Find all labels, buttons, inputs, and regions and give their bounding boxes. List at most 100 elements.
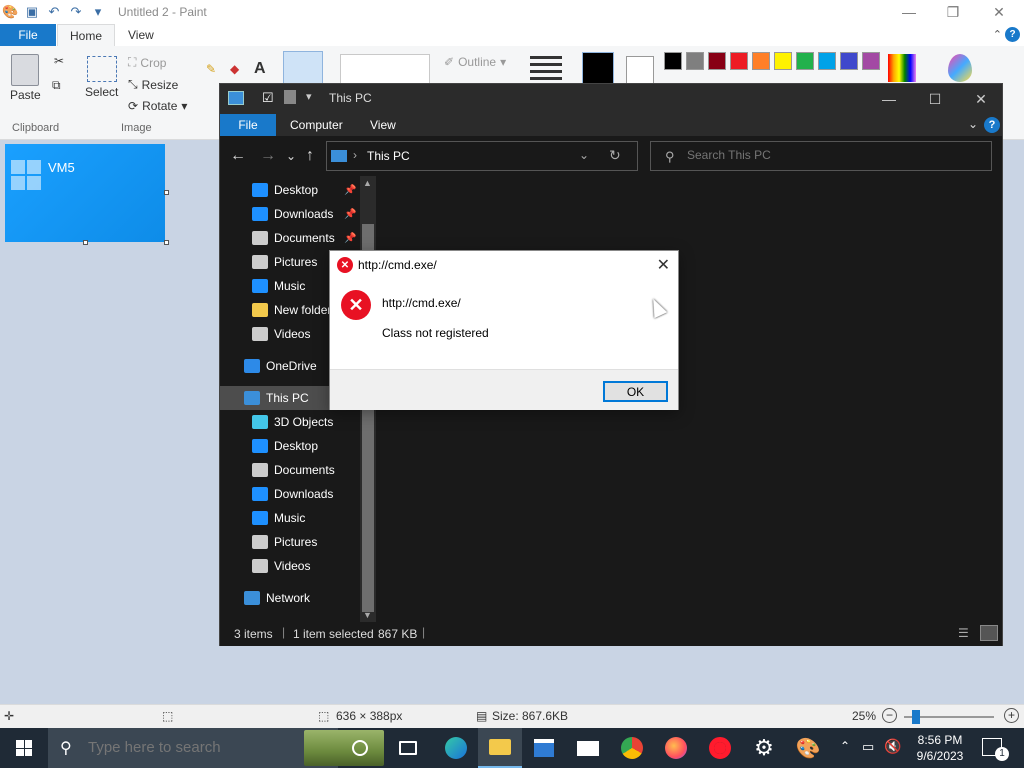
show-hidden-icons-icon[interactable]: ⌃ bbox=[840, 739, 850, 753]
brushes-button[interactable] bbox=[283, 51, 323, 87]
copy-icon[interactable]: ⧉ bbox=[52, 78, 61, 93]
edge-icon[interactable] bbox=[434, 728, 478, 768]
pencil-icon[interactable]: ✎ bbox=[206, 62, 216, 76]
undo-icon[interactable]: ↶ bbox=[46, 4, 62, 20]
nav-item-videos[interactable]: Videos bbox=[220, 554, 360, 578]
crop-button[interactable]: ⛶ Crop bbox=[128, 55, 166, 70]
mail-icon[interactable] bbox=[566, 728, 610, 768]
palette-swatch[interactable] bbox=[862, 52, 880, 70]
palette-swatch[interactable] bbox=[796, 52, 814, 70]
color-1-swatch[interactable] bbox=[582, 52, 614, 84]
address-bar[interactable]: › This PC ⌄ ↻ bbox=[326, 141, 638, 171]
paint-taskbar-icon[interactable]: 🎨 bbox=[786, 728, 830, 768]
task-view-icon[interactable] bbox=[386, 728, 430, 768]
customize-quick-access-icon[interactable]: ▾ bbox=[90, 4, 106, 20]
collapse-ribbon-icon[interactable]: ⌃ bbox=[993, 28, 1002, 41]
firefox-icon[interactable] bbox=[654, 728, 698, 768]
redo-icon[interactable]: ↷ bbox=[68, 4, 84, 20]
help-icon[interactable]: ? bbox=[984, 117, 1000, 133]
paste-button[interactable]: Paste bbox=[10, 54, 41, 102]
zoom-in-button[interactable]: + bbox=[1004, 708, 1019, 723]
tab-file[interactable]: File bbox=[220, 114, 276, 136]
details-view-icon[interactable]: ☰ bbox=[958, 626, 969, 640]
resize-handle[interactable] bbox=[164, 190, 169, 195]
opera-icon[interactable] bbox=[698, 728, 742, 768]
palette-swatch[interactable] bbox=[664, 52, 682, 70]
search-box[interactable]: ⚲ bbox=[650, 141, 992, 171]
color-2-swatch[interactable] bbox=[626, 56, 654, 84]
chrome-icon[interactable] bbox=[610, 728, 654, 768]
palette-swatch[interactable] bbox=[730, 52, 748, 70]
maximize-button[interactable]: ☐ bbox=[912, 84, 958, 114]
dialog-close-button[interactable]: ✕ bbox=[657, 255, 670, 275]
scroll-down-icon[interactable]: ▼ bbox=[363, 610, 372, 620]
nav-item-3d-objects[interactable]: 3D Objects bbox=[220, 410, 360, 434]
close-button[interactable]: ✕ bbox=[976, 0, 1022, 24]
nav-item-network[interactable]: Network bbox=[220, 586, 360, 610]
cortana-icon[interactable] bbox=[338, 728, 382, 768]
nav-item-documents[interactable]: Documents bbox=[220, 458, 360, 482]
cut-icon[interactable]: ✂ bbox=[54, 54, 64, 68]
nav-item-downloads[interactable]: Downloads 📌 bbox=[220, 202, 360, 226]
address-dropdown-icon[interactable]: ⌄ bbox=[579, 148, 589, 162]
start-button[interactable] bbox=[0, 728, 48, 768]
fill-icon[interactable]: ◆ bbox=[230, 62, 239, 76]
search-input[interactable] bbox=[687, 148, 967, 162]
help-icon[interactable]: ? bbox=[1005, 27, 1020, 42]
paint-3d-icon[interactable] bbox=[948, 54, 972, 82]
size-icon[interactable] bbox=[530, 56, 562, 80]
recent-locations-icon[interactable]: ⌄ bbox=[286, 149, 296, 163]
palette-swatch[interactable] bbox=[840, 52, 858, 70]
maximize-button[interactable]: ❐ bbox=[930, 0, 976, 24]
tab-file[interactable]: File bbox=[0, 24, 56, 46]
network-icon[interactable]: ▭ bbox=[862, 739, 874, 755]
palette-swatch[interactable] bbox=[686, 52, 704, 70]
tab-computer[interactable]: Computer bbox=[290, 118, 343, 132]
properties-icon[interactable]: ☑ bbox=[262, 90, 274, 106]
nav-item-downloads[interactable]: Downloads bbox=[220, 482, 360, 506]
select-button[interactable]: Select bbox=[85, 56, 118, 99]
new-folder-icon[interactable] bbox=[284, 90, 296, 104]
forward-arrow-icon[interactable]: → bbox=[260, 147, 276, 165]
tab-view[interactable]: View bbox=[370, 118, 396, 132]
minimize-button[interactable]: — bbox=[866, 84, 912, 114]
edit-colors-icon[interactable] bbox=[888, 54, 916, 82]
action-center-icon[interactable]: 1 bbox=[982, 738, 1009, 761]
tab-home[interactable]: Home bbox=[57, 24, 116, 46]
minimize-button[interactable]: — bbox=[886, 0, 932, 24]
resize-handle[interactable] bbox=[164, 240, 169, 245]
resize-button[interactable]: ⤡ Resize bbox=[128, 77, 178, 92]
back-arrow-icon[interactable]: ← bbox=[230, 147, 246, 165]
file-explorer-icon[interactable] bbox=[478, 728, 522, 768]
volume-mute-icon[interactable]: 🔇 bbox=[884, 738, 901, 755]
shapes-gallery[interactable] bbox=[340, 54, 430, 84]
nav-item-desktop[interactable]: Desktop bbox=[220, 434, 360, 458]
nav-item-pictures[interactable]: Pictures bbox=[220, 530, 360, 554]
zoom-out-button[interactable]: − bbox=[882, 708, 897, 723]
text-icon[interactable]: A bbox=[254, 60, 266, 78]
resize-handle[interactable] bbox=[83, 240, 88, 245]
close-button[interactable]: ✕ bbox=[958, 84, 1004, 114]
palette-swatch[interactable] bbox=[752, 52, 770, 70]
refresh-icon[interactable]: ↻ bbox=[609, 147, 621, 164]
up-arrow-icon[interactable]: ↑ bbox=[306, 147, 314, 165]
nav-item-music[interactable]: Music bbox=[220, 506, 360, 530]
large-icons-view-icon[interactable] bbox=[980, 625, 998, 641]
taskbar-search[interactable]: ⚲ bbox=[48, 728, 384, 768]
taskbar-search-input[interactable] bbox=[88, 739, 288, 756]
ok-button[interactable]: OK bbox=[603, 381, 668, 402]
clock[interactable]: 8:56 PM 9/6/2023 bbox=[908, 732, 972, 764]
store-icon[interactable] bbox=[522, 728, 566, 768]
palette-swatch[interactable] bbox=[708, 52, 726, 70]
zoom-slider[interactable] bbox=[904, 710, 994, 724]
palette-swatch[interactable] bbox=[818, 52, 836, 70]
rotate-button[interactable]: ⟳ Rotate ▾ bbox=[128, 99, 187, 113]
expand-ribbon-icon[interactable]: ⌄ bbox=[968, 117, 978, 131]
customize-quick-access-icon[interactable]: ▾ bbox=[306, 90, 312, 103]
save-icon[interactable]: ▣ bbox=[24, 4, 40, 20]
canvas-image[interactable]: VM5 bbox=[5, 144, 165, 242]
nav-item-desktop[interactable]: Desktop 📌 bbox=[220, 178, 360, 202]
outline-button[interactable]: ✐ Outline ▾ bbox=[444, 55, 506, 69]
breadcrumb-chevron-icon[interactable]: › bbox=[353, 148, 357, 162]
scroll-up-icon[interactable]: ▲ bbox=[363, 178, 372, 188]
